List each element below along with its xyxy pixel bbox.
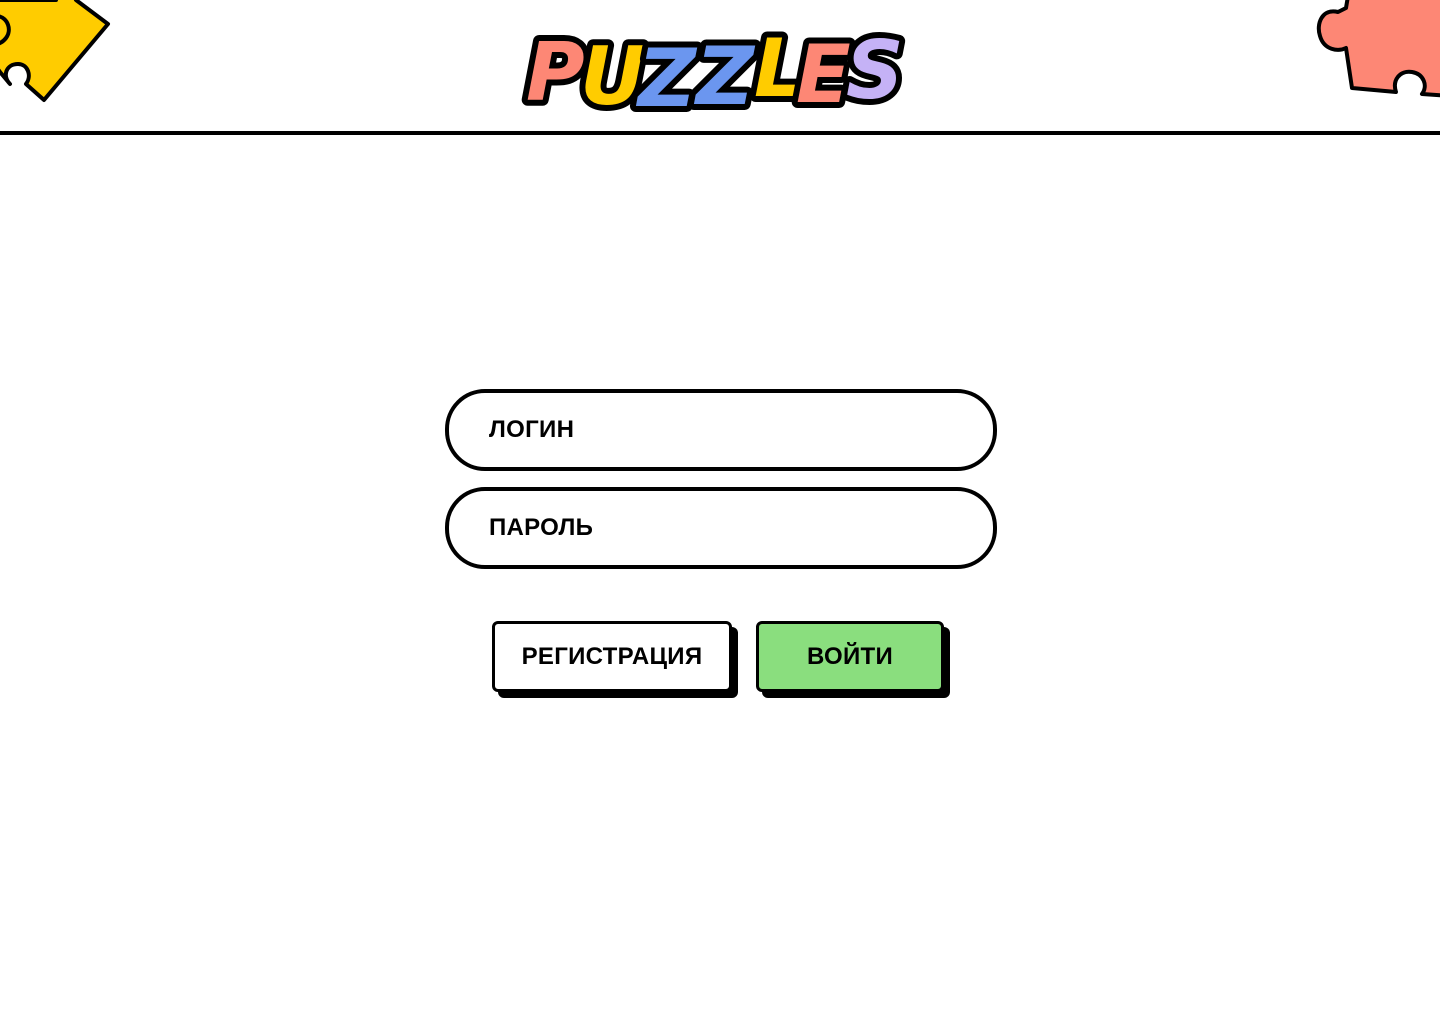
login-input[interactable] xyxy=(489,416,969,444)
svg-text:U: U xyxy=(580,30,645,118)
svg-text:Z: Z xyxy=(635,32,698,118)
svg-text:S: S xyxy=(846,24,904,117)
header: P U Z Z L E S xyxy=(0,0,1440,135)
svg-text:P: P xyxy=(526,26,585,118)
login-page: P U Z Z L E S РЕГИСТРАЦИЯ ВОЙТИ xyxy=(0,0,1440,1024)
login-button[interactable]: ВОЙТИ xyxy=(756,621,944,692)
puzzle-piece-icon xyxy=(1312,0,1440,102)
register-button[interactable]: РЕГИСТРАЦИЯ xyxy=(492,621,732,692)
password-field[interactable] xyxy=(445,487,997,569)
puzzles-logo: P U Z Z L E S xyxy=(520,16,912,131)
password-input[interactable] xyxy=(489,514,969,542)
puzzle-piece-icon xyxy=(0,0,116,110)
svg-text:E: E xyxy=(796,28,851,118)
svg-text:Z: Z xyxy=(693,30,756,118)
login-field[interactable] xyxy=(445,389,997,471)
